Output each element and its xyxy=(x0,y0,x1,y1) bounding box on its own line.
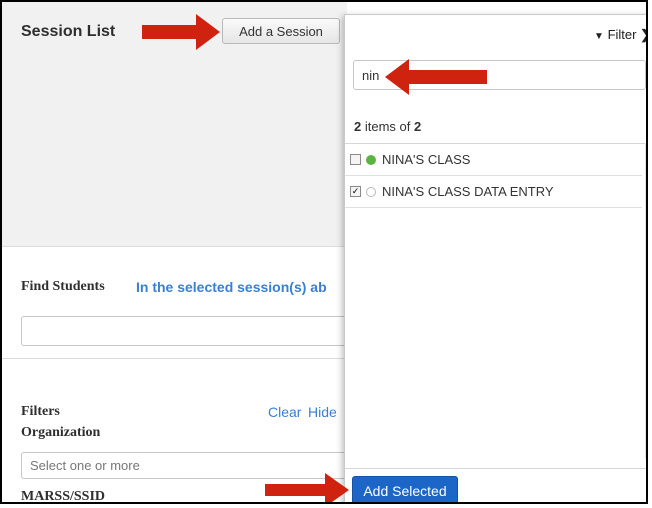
clear-filters-link[interactable]: Clear xyxy=(268,404,301,420)
session-results-list: NINA'S CLASS ✓ NINA'S CLASS DATA ENTRY xyxy=(345,143,645,459)
session-checkbox[interactable] xyxy=(350,154,361,165)
list-item[interactable]: NINA'S CLASS xyxy=(345,144,642,176)
session-label: NINA'S CLASS xyxy=(382,152,471,167)
funnel-icon: ▼ xyxy=(594,31,604,42)
divider xyxy=(2,246,347,247)
chevron-right-icon: ❯ xyxy=(640,27,646,42)
session-label: NINA'S CLASS DATA ENTRY xyxy=(382,184,554,199)
scroll-up-icon[interactable]: ▲ xyxy=(647,149,648,155)
list-item[interactable]: ✓ NINA'S CLASS DATA ENTRY xyxy=(345,176,642,208)
hide-filters-link[interactable]: Hide xyxy=(308,404,337,420)
session-checkbox-checked[interactable]: ✓ xyxy=(350,186,361,197)
organization-label: Organization xyxy=(21,425,101,440)
screenshot-frame: Session List Add a Session Find Students… xyxy=(0,0,648,504)
session-list-title: Session List xyxy=(21,23,116,40)
add-session-button[interactable]: Add a Session xyxy=(222,18,340,44)
filter-button[interactable]: ▼ Filter ❯ xyxy=(594,27,646,43)
filter-label: Filter xyxy=(607,27,637,42)
find-students-scope[interactable]: In the selected session(s) ab xyxy=(136,279,327,295)
shown-count: 2 xyxy=(354,119,362,134)
annotation-arrow-right-icon xyxy=(142,14,220,50)
list-scrollbar[interactable]: ▲ ▼ xyxy=(645,143,648,458)
marss-ssid-label: MARSS/SSID xyxy=(21,489,106,504)
status-inactive-icon xyxy=(366,186,376,197)
results-count: 2 items of 2 xyxy=(354,119,421,134)
count-prefix: items of xyxy=(364,119,411,134)
find-students-label: Find Students xyxy=(21,279,105,294)
filters-label: Filters xyxy=(21,404,60,419)
scroll-down-icon[interactable]: ▼ xyxy=(647,448,648,454)
left-panel: Session List Add a Session Find Students… xyxy=(2,2,361,504)
annotation-arrow-right-icon xyxy=(265,473,349,502)
add-selected-button[interactable]: Add Selected xyxy=(352,476,458,502)
divider xyxy=(2,358,347,359)
divider xyxy=(345,468,646,469)
find-students-input[interactable] xyxy=(21,316,361,346)
total-count: 2 xyxy=(414,119,422,134)
annotation-arrow-left-icon xyxy=(385,59,487,95)
status-active-icon xyxy=(366,154,376,165)
